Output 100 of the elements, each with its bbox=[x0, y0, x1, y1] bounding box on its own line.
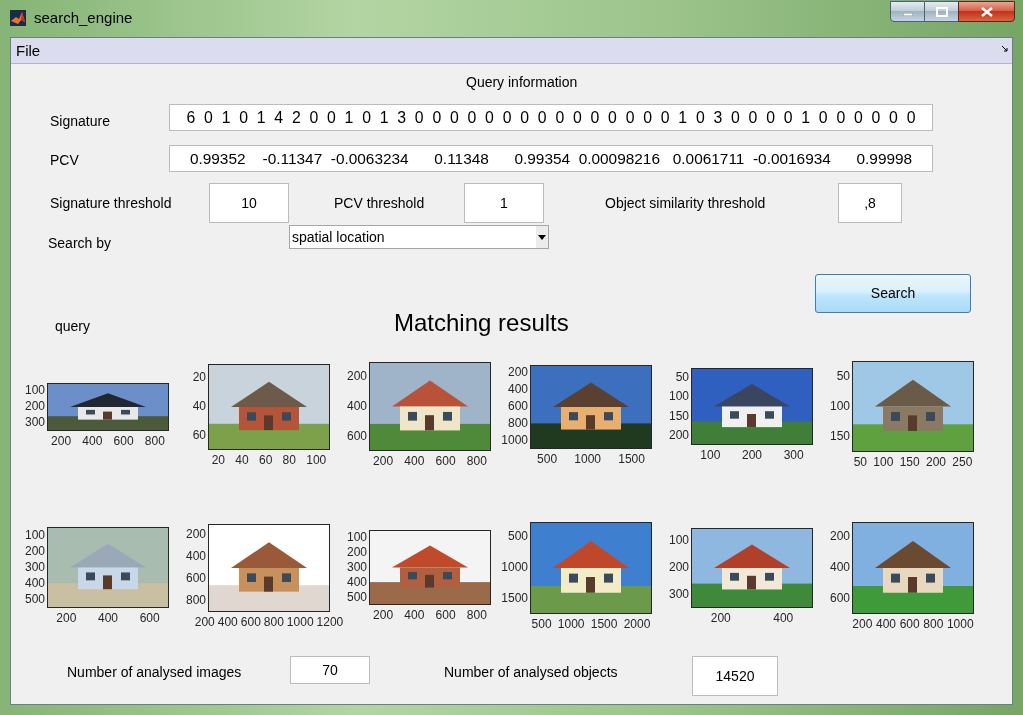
y-tick-label: 20 bbox=[192, 371, 206, 385]
y-tick-label: 800 bbox=[185, 594, 206, 607]
x-tick-label: 400 bbox=[404, 454, 425, 468]
y-tick-label: 400 bbox=[185, 550, 206, 563]
x-tick-label: 400 bbox=[217, 614, 238, 629]
x-tick-label: 200 bbox=[710, 610, 731, 625]
field-label: Signature bbox=[50, 113, 111, 129]
close-icon bbox=[980, 6, 993, 17]
y-tick-label: 200 bbox=[507, 366, 528, 380]
x-tick-label: 600 bbox=[113, 433, 134, 448]
x-tick-label: 800 bbox=[923, 616, 944, 631]
y-tick-label: 600 bbox=[507, 400, 528, 413]
count-field[interactable]: 14520 bbox=[692, 656, 778, 696]
y-tick-label: 200 bbox=[346, 546, 367, 559]
x-tick-label: 100 bbox=[306, 452, 327, 467]
y-tick-label: 500 bbox=[24, 593, 45, 607]
signature-field[interactable]: 6 0 1 0 1 4 2 0 0 1 0 1 3 0 0 0 0 0 0 0 0 0 0 0 0 0 0 0 1 0 3 0 0 0 0 1 0 0 0 0 0 0 bbox=[169, 104, 933, 131]
query-label: query bbox=[55, 318, 91, 334]
y-tick-label: 50 bbox=[675, 371, 689, 385]
arrow-icon bbox=[1002, 45, 1008, 52]
x-tick-label: 250 bbox=[952, 455, 973, 469]
y-tick-label: 800 bbox=[507, 416, 528, 430]
x-tick-label: 400 bbox=[773, 610, 794, 625]
x-tick-label: 400 bbox=[875, 616, 896, 631]
y-tick-label: 100 bbox=[24, 384, 45, 397]
x-tick-label: 800 bbox=[144, 433, 165, 448]
x-tick-label: 200 bbox=[925, 455, 946, 469]
x-tick-label: 600 bbox=[899, 616, 920, 631]
y-tick-label: 400 bbox=[346, 400, 367, 413]
y-tick-label: 500 bbox=[507, 530, 528, 544]
y-tick-label: 40 bbox=[192, 400, 206, 413]
x-tick-label: 200 bbox=[373, 454, 394, 468]
x-tick-label: 40 bbox=[235, 452, 249, 467]
x-tick-label: 100 bbox=[700, 448, 721, 462]
threshold-field[interactable]: 10 bbox=[209, 183, 289, 223]
section-title: Query information bbox=[466, 74, 578, 90]
x-tick-label: 600 bbox=[435, 454, 456, 468]
window-title: search_engine bbox=[34, 9, 133, 27]
y-tick-label: 200 bbox=[346, 370, 367, 384]
y-tick-label: 150 bbox=[829, 430, 850, 444]
x-tick-label: 1000 bbox=[574, 451, 601, 466]
x-tick-label: 400 bbox=[97, 611, 118, 625]
x-tick-label: 200 bbox=[741, 448, 762, 462]
x-tick-label: 1500 bbox=[618, 451, 645, 466]
x-tick-label: 400 bbox=[404, 608, 425, 622]
x-tick-label: 2000 bbox=[623, 616, 651, 631]
field-label: Number of analysed objects bbox=[444, 664, 619, 680]
x-tick-label: 500 bbox=[531, 616, 552, 631]
x-tick-label: 800 bbox=[263, 614, 284, 629]
x-tick-label: 1000 bbox=[557, 616, 585, 631]
threshold-field[interactable]: 1 bbox=[464, 183, 544, 223]
y-tick-label: 100 bbox=[668, 390, 689, 404]
threshold-field[interactable]: ,8 bbox=[838, 183, 902, 223]
y-tick-label: 200 bbox=[668, 561, 689, 574]
x-tick-label: 300 bbox=[783, 448, 804, 462]
y-tick-label: 300 bbox=[668, 587, 689, 601]
y-tick-label: 600 bbox=[346, 429, 367, 443]
x-tick-label: 20 bbox=[211, 452, 225, 467]
maximize-button[interactable] bbox=[925, 1, 958, 22]
x-tick-label: 1200 bbox=[316, 614, 344, 629]
y-tick-label: 100 bbox=[346, 531, 367, 544]
y-tick-label: 200 bbox=[829, 530, 850, 544]
y-tick-label: 1000 bbox=[501, 433, 528, 447]
y-tick-label: 100 bbox=[24, 528, 45, 542]
close-button[interactable] bbox=[958, 1, 1015, 22]
search-by-dropdown[interactable]: spatial location bbox=[289, 225, 549, 249]
x-tick-label: 1000 bbox=[286, 614, 314, 629]
field-label: PCV bbox=[50, 152, 80, 168]
y-tick-label: 200 bbox=[668, 428, 689, 442]
x-tick-label: 800 bbox=[466, 454, 487, 468]
x-tick-label: 200 bbox=[51, 433, 72, 448]
maximize-icon bbox=[935, 6, 948, 17]
y-tick-label: 200 bbox=[24, 400, 45, 413]
y-tick-label: 60 bbox=[192, 428, 206, 442]
x-tick-label: 1500 bbox=[590, 616, 618, 631]
results-title: Matching results bbox=[394, 309, 569, 337]
x-tick-label: 150 bbox=[899, 455, 920, 469]
minimize-button[interactable] bbox=[890, 1, 925, 22]
y-tick-label: 200 bbox=[185, 528, 206, 541]
y-tick-label: 1000 bbox=[501, 561, 528, 574]
y-tick-label: 600 bbox=[185, 572, 206, 585]
menu-item[interactable]: File bbox=[15, 41, 42, 60]
y-tick-label: 300 bbox=[346, 561, 367, 574]
y-tick-label: 200 bbox=[24, 544, 45, 558]
search-button[interactable]: Search bbox=[815, 274, 971, 313]
y-tick-label: 400 bbox=[346, 576, 367, 589]
x-tick-label: 100 bbox=[873, 455, 894, 469]
x-tick-label: 400 bbox=[82, 433, 103, 448]
field-label: Search by bbox=[48, 235, 113, 251]
x-tick-label: 80 bbox=[282, 452, 296, 467]
pcv-field[interactable]: 0.99352 -0.11347 -0.0063234 0.11348 0.99354 0.00098216 0.0061711 -0.0016934 0.99998 bbox=[169, 145, 933, 172]
y-tick-label: 100 bbox=[829, 400, 850, 413]
count-field[interactable]: 70 bbox=[290, 656, 370, 684]
x-tick-label: 600 bbox=[240, 614, 261, 629]
field-label: PCV threshold bbox=[334, 195, 426, 211]
app-logo-icon bbox=[10, 10, 26, 26]
x-tick-label: 200 bbox=[194, 614, 215, 629]
y-tick-label: 400 bbox=[24, 577, 45, 591]
field-label: Signature threshold bbox=[50, 195, 173, 211]
x-tick-label: 50 bbox=[853, 455, 867, 469]
